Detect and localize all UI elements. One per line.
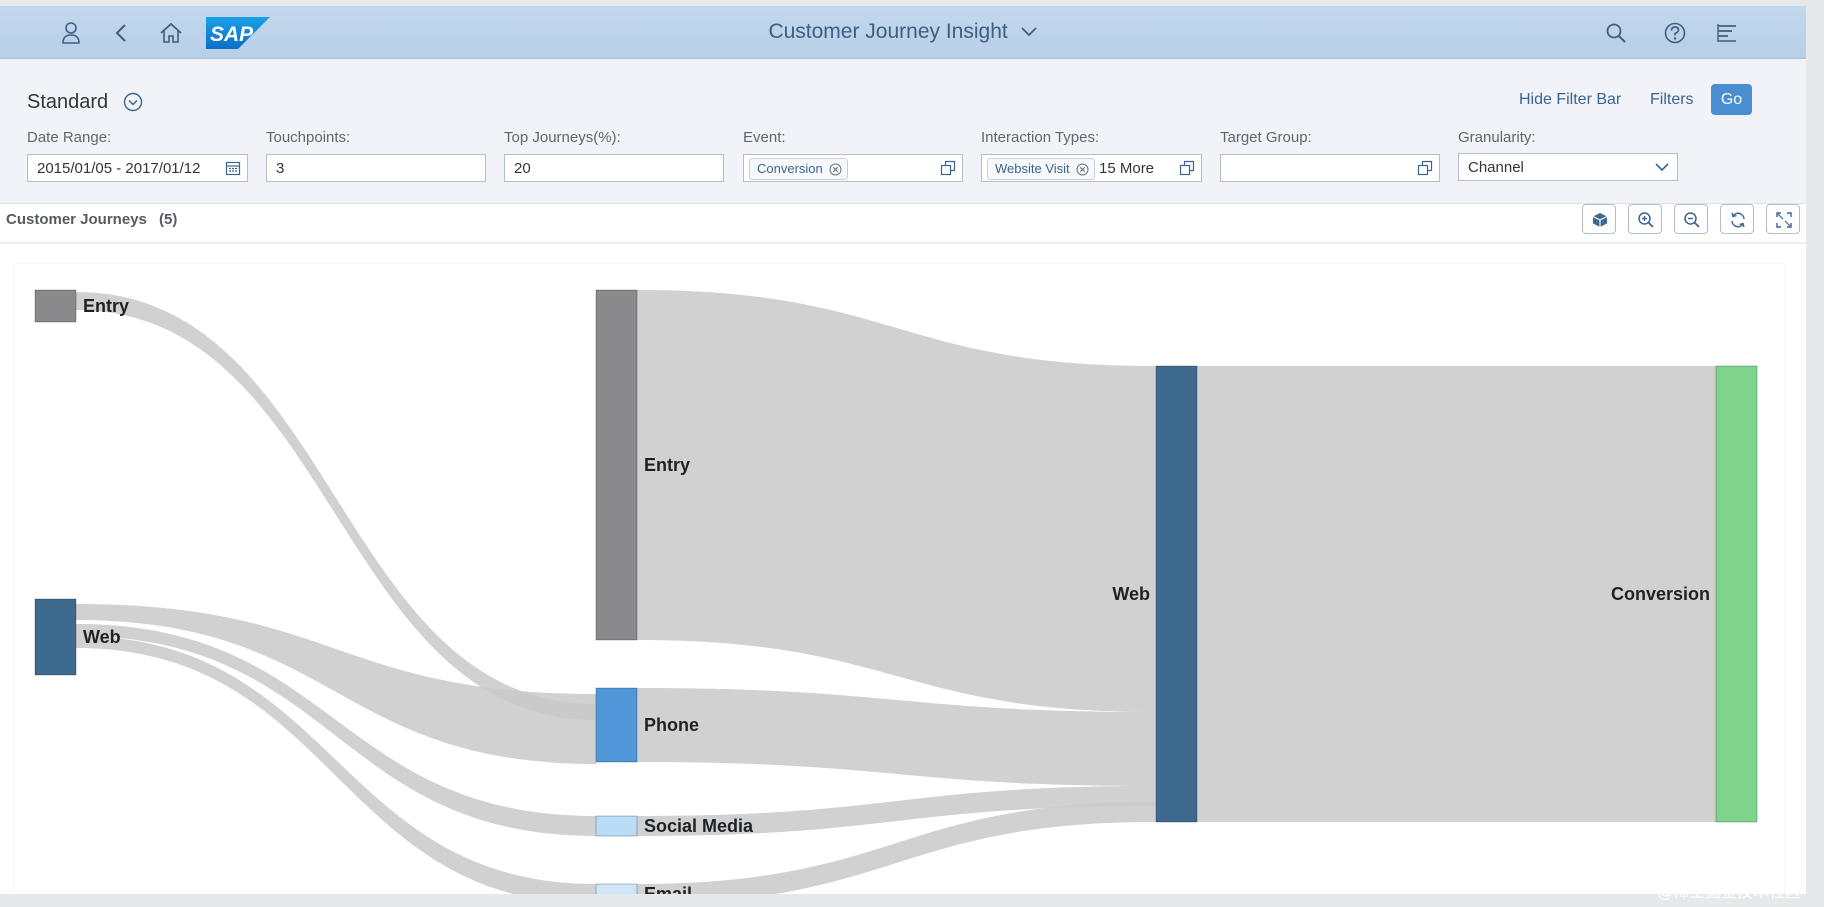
refresh-icon <box>1731 212 1745 228</box>
value-help-icon[interactable] <box>940 160 956 176</box>
sankey-links <box>76 290 1716 894</box>
cube-icon <box>1592 213 1608 227</box>
sankey-node-label-s1-entry: Entry <box>83 296 129 316</box>
event-token[interactable]: Conversion <box>749 158 848 180</box>
section-title: Customer Journeys (5) <box>6 211 177 228</box>
granularity-select[interactable]: Channel <box>1458 153 1678 181</box>
sankey-node-s4-conv[interactable] <box>1715 365 1758 823</box>
date-range-label: Date Range: <box>27 129 112 146</box>
personalize-button[interactable] <box>1582 204 1616 234</box>
granularity-value: Channel <box>1468 159 1524 176</box>
sankey-node-label-s1-web: Web <box>83 627 121 647</box>
event-token-text: Conversion <box>757 161 823 176</box>
chevron-down-icon[interactable] <box>1020 20 1038 44</box>
refresh-button[interactable] <box>1720 204 1754 234</box>
value-help-icon[interactable] <box>1179 160 1195 176</box>
chevron-down-icon[interactable] <box>1653 159 1671 175</box>
app-shell: SAP Customer Journey Insight Standard Hi… <box>0 6 1806 894</box>
calendar-icon[interactable] <box>225 160 241 176</box>
event-multiinput[interactable]: Conversion <box>743 154 963 182</box>
token-remove-icon[interactable] <box>1076 162 1089 176</box>
sankey-node-s1-entry[interactable] <box>34 289 77 323</box>
top-journeys-label: Top Journeys(%): <box>504 129 621 146</box>
sankey-node-s1-web[interactable] <box>34 598 77 676</box>
sankey-node-s2-phone[interactable] <box>595 687 638 763</box>
target-group-input[interactable] <box>1220 154 1440 182</box>
section-title-text: Customer Journeys <box>6 211 147 228</box>
filter-bar: Standard Hide Filter Bar Filters Go Date… <box>0 59 1806 204</box>
journey-count: (5) <box>159 211 178 228</box>
sankey-link-s2-entry-to-s3-web[interactable] <box>637 290 1156 712</box>
sankey-node-label-s2-entry: Entry <box>644 455 690 475</box>
sankey-node-s2-email[interactable] <box>595 883 638 894</box>
app-title[interactable]: Customer Journey Insight <box>0 20 1806 44</box>
interaction-token[interactable]: Website Visit <box>987 158 1095 180</box>
notifications-icon[interactable] <box>1714 20 1740 46</box>
interaction-token-text: Website Visit <box>995 161 1070 176</box>
fullscreen-icon <box>1776 212 1792 228</box>
sankey-node-label-s2-social: Social Media <box>644 816 754 836</box>
interaction-types-multiinput[interactable]: Website Visit 15 More <box>981 154 1202 182</box>
interaction-types-label: Interaction Types: <box>981 129 1100 146</box>
help-icon[interactable] <box>1662 20 1688 46</box>
date-range-value: 2015/01/05 - 2017/01/12 <box>37 160 201 177</box>
watermark: @稀土掘金技术社区 <box>1657 882 1802 901</box>
app-title-text: Customer Journey Insight <box>768 20 1008 43</box>
sankey-node-s2-social[interactable] <box>595 815 638 837</box>
fullscreen-button[interactable] <box>1766 204 1800 234</box>
variant-dropdown-icon[interactable] <box>123 92 143 112</box>
sankey-node-label-s2-phone: Phone <box>644 715 699 735</box>
zoom-out-button[interactable] <box>1674 204 1708 234</box>
zoom-in-icon <box>1638 212 1654 228</box>
granularity-label: Granularity: <box>1458 129 1536 146</box>
sankey-chart: Entry Web Entry Phone Social Media Email Web Co… <box>15 264 1784 894</box>
touchpoints-input[interactable]: 3 <box>266 154 486 182</box>
sankey-svg: Entry Web Entry Phone Social Media Email Web Co… <box>34 289 1758 894</box>
sankey-node-label-s2-email: Email <box>644 884 692 894</box>
zoom-out-icon <box>1684 212 1700 228</box>
date-range-input[interactable]: 2015/01/05 - 2017/01/12 <box>27 154 248 182</box>
sankey-node-s3-web[interactable] <box>1155 365 1198 823</box>
sankey-node-label-s4-conv: Conversion <box>1611 584 1710 604</box>
more-tokens-link[interactable]: 15 More <box>1099 160 1154 177</box>
sankey-node-label-s3-web: Web <box>1112 584 1150 604</box>
go-button[interactable]: Go <box>1711 84 1752 115</box>
sankey-node-s2-entry[interactable] <box>595 289 638 641</box>
touchpoints-value: 3 <box>276 160 285 177</box>
search-icon[interactable] <box>1603 20 1629 46</box>
top-journeys-value: 20 <box>514 160 531 177</box>
top-journeys-input[interactable]: 20 <box>504 154 724 182</box>
hide-filter-bar-link[interactable]: Hide Filter Bar <box>1519 91 1621 109</box>
section-divider <box>0 242 1806 244</box>
sankey-link-s1-web-to-s2-phone[interactable] <box>76 604 596 764</box>
token-remove-icon[interactable] <box>829 162 842 176</box>
touchpoints-label: Touchpoints: <box>266 129 351 146</box>
filters-link[interactable]: Filters <box>1650 91 1694 109</box>
variant-management[interactable]: Standard <box>27 91 108 114</box>
value-help-icon[interactable] <box>1417 160 1433 176</box>
shell-bar: SAP Customer Journey Insight <box>0 6 1806 59</box>
zoom-in-button[interactable] <box>1628 204 1662 234</box>
target-group-label: Target Group: <box>1220 129 1312 146</box>
event-label: Event: <box>743 129 786 146</box>
